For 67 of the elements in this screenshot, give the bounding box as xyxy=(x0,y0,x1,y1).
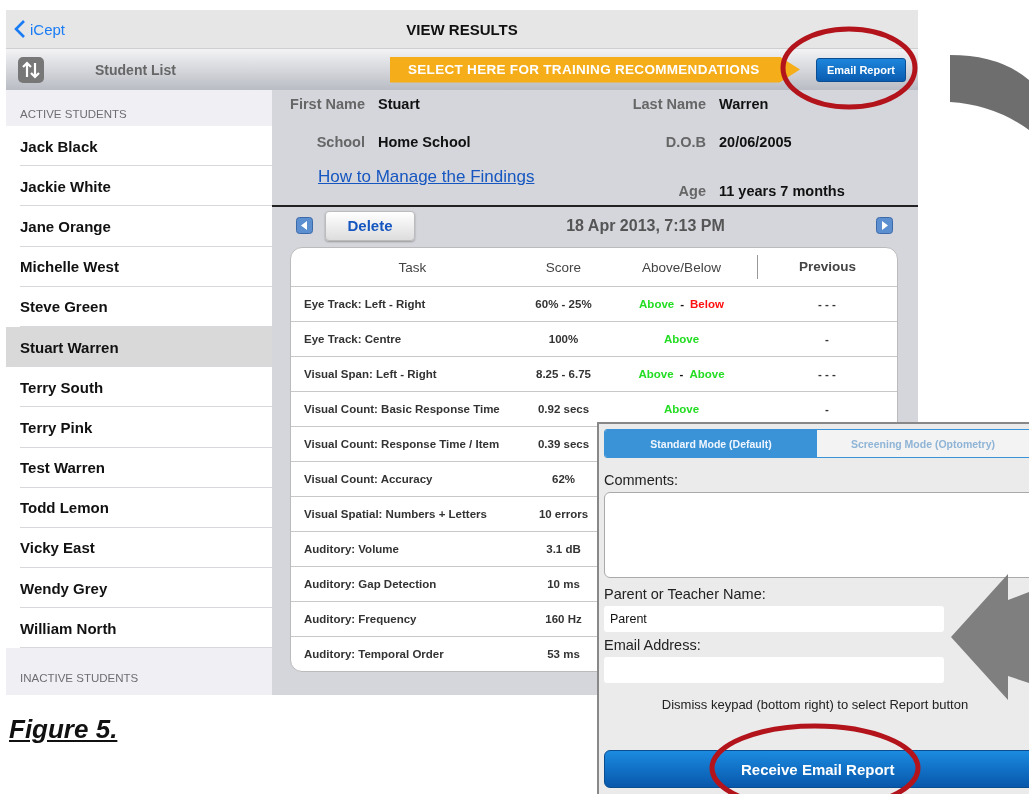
table-cell-text: - - - xyxy=(817,368,837,380)
column-header: Above/Below xyxy=(641,259,722,275)
field-value: Warren xyxy=(719,96,770,112)
field-value: Stuart xyxy=(378,96,421,112)
table-cell-text: Eye Track: Left - Right xyxy=(303,298,427,310)
table-cell-text: Visual Count: Response Time / Item xyxy=(303,438,501,450)
delete-button[interactable]: Delete xyxy=(325,210,415,241)
session-date: 18 Apr 2013, 7:13 PM xyxy=(565,216,726,235)
result-text: Above xyxy=(639,298,675,310)
screen-title: VIEW RESULTS xyxy=(406,20,518,38)
table-cell-text: - - - xyxy=(817,298,837,310)
field-value: Home School xyxy=(378,134,472,150)
table-cell-text: 3.1 dB xyxy=(545,543,582,555)
field-label: Last Name xyxy=(632,96,706,112)
field-value: 11 years 7 months xyxy=(719,183,846,199)
email-report-button[interactable]: Email Report xyxy=(816,57,906,82)
field-label: School xyxy=(316,134,365,150)
hint-text: Dismiss keypad (bottom right) to select Report button xyxy=(660,697,970,712)
result-separator: - xyxy=(679,368,684,380)
findings-link[interactable]: How to Manage the Findings xyxy=(318,167,598,187)
result-text: Below xyxy=(690,298,724,310)
table-cell-text: Visual Count: Accuracy xyxy=(303,473,434,485)
column-header: Task xyxy=(397,259,428,275)
column-header: Score xyxy=(544,259,583,275)
chevron-left-icon xyxy=(14,19,26,39)
table-cell-text: Auditory: Temporal Order xyxy=(303,648,445,660)
table-cell-text: Visual Span: Left - Right xyxy=(303,368,438,380)
field-label: First Name xyxy=(290,96,365,112)
table-cell-text: 0.39 secs xyxy=(536,438,591,450)
field-label: Parent or Teacher Name: xyxy=(604,586,767,602)
table-cell-text: 10 ms xyxy=(546,578,581,590)
result-text: Above xyxy=(663,333,700,345)
sort-icon[interactable] xyxy=(18,56,44,83)
table-cell-text: 10 errors xyxy=(537,508,590,520)
field-label: Comments: xyxy=(604,472,680,488)
table-cell-text: 100% xyxy=(547,333,580,345)
field-label: Email Address: xyxy=(604,637,702,653)
result-text: Above xyxy=(663,403,700,415)
result-text: Above xyxy=(689,368,725,380)
table-cell-text: Auditory: Volume xyxy=(303,543,400,555)
section-header: INACTIVE STUDENTS xyxy=(19,670,140,686)
table-cell-text: 60% - 25% xyxy=(534,298,593,310)
table-cell-text: 0.92 secs xyxy=(536,403,591,415)
table-cell-text: Auditory: Frequency xyxy=(303,613,418,625)
field-label: Age xyxy=(678,183,706,199)
table-cell-text: Eye Track: Centre xyxy=(303,333,403,345)
section-header: ACTIVE STUDENTS xyxy=(19,107,128,122)
table-cell-text: 8.25 - 6.75 xyxy=(535,368,592,380)
comments-field[interactable] xyxy=(604,492,1029,578)
column-header: Previous xyxy=(757,255,897,279)
figure-caption: Figure 5. xyxy=(9,714,118,744)
result-separator: - xyxy=(680,298,685,310)
name-field[interactable]: Parent xyxy=(604,606,944,632)
field-label: D.O.B xyxy=(665,134,706,150)
result-text: Above xyxy=(638,368,674,380)
table-cell-text: - xyxy=(824,403,830,415)
table-cell-text: 160 Hz xyxy=(544,613,583,625)
table-cell-text: 53 ms xyxy=(546,648,581,660)
sidebar-title: Student List xyxy=(95,61,177,78)
table-cell-text: Visual Spatial: Numbers + Letters xyxy=(303,508,488,520)
field-value: 20/06/2005 xyxy=(719,134,793,150)
table-cell-text: Auditory: Gap Detection xyxy=(303,578,438,590)
table-cell-text: 62% xyxy=(551,473,576,485)
table-cell-text: Visual Count: Basic Response Time xyxy=(303,403,501,415)
table-cell-text: - xyxy=(824,333,830,345)
receive-report-button[interactable]: Receive Email Report xyxy=(604,750,1029,788)
student-item[interactable]: Stuart Warren xyxy=(6,326,272,368)
